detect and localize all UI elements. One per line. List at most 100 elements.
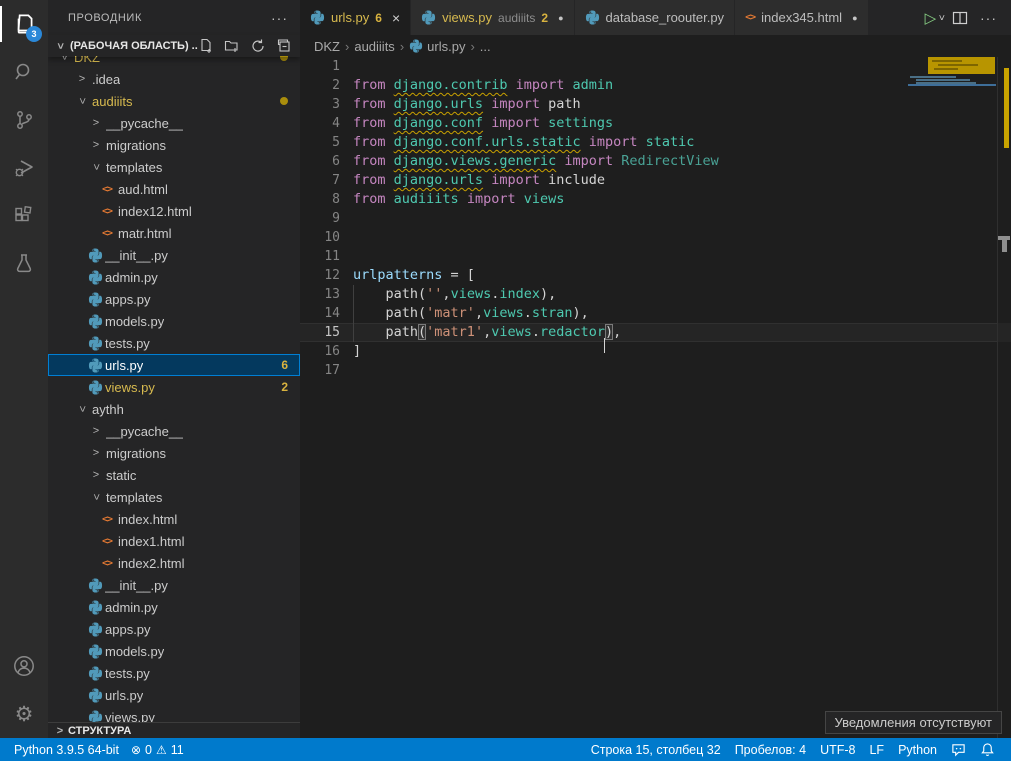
editor-more-actions-icon[interactable]: ··· bbox=[976, 10, 1001, 26]
tree-item-static[interactable]: >static bbox=[48, 464, 300, 486]
tree-item-dkz[interactable]: >DKZ bbox=[48, 56, 300, 68]
tab-index345-html[interactable]: <>index345.html● bbox=[735, 0, 868, 35]
extensions-icon bbox=[12, 204, 36, 228]
html-file-icon: <> bbox=[102, 206, 112, 217]
status-item-python[interactable]: Python bbox=[892, 738, 943, 761]
activity-item-settings[interactable]: ⚙ bbox=[0, 690, 48, 738]
tree-item--init-py[interactable]: __init__.py bbox=[48, 244, 300, 266]
python-file-icon bbox=[585, 10, 600, 25]
close-icon[interactable]: × bbox=[392, 10, 400, 26]
activity-item-source-control[interactable] bbox=[0, 96, 48, 144]
status-bar-right: Строка 15, столбец 32Пробелов: 4UTF-8LFP… bbox=[585, 738, 1001, 761]
code-token bbox=[540, 96, 548, 112]
tree-item-apps-py[interactable]: apps.py bbox=[48, 618, 300, 640]
breadcrumb-item[interactable]: DKZ bbox=[314, 39, 340, 54]
testing-flask-icon bbox=[12, 252, 36, 276]
tab-database-roouter-py[interactable]: database_roouter.py bbox=[575, 0, 736, 35]
breadcrumb-item[interactable]: ... bbox=[480, 39, 491, 54]
tree-item-aud-html[interactable]: <>aud.html bbox=[48, 178, 300, 200]
code-token: . bbox=[524, 305, 532, 321]
tree-item-admin-py[interactable]: admin.py bbox=[48, 266, 300, 288]
tab-views-py[interactable]: views.pyaudiiits2● bbox=[411, 0, 574, 35]
tree-item-models-py[interactable]: models.py bbox=[48, 640, 300, 662]
tree-item-audiiits[interactable]: >audiiits bbox=[48, 90, 300, 112]
status-item-пробелов-4[interactable]: Пробелов: 4 bbox=[729, 738, 812, 761]
breadcrumb-label: urls.py bbox=[427, 39, 465, 54]
tree-item--init-py[interactable]: __init__.py bbox=[48, 574, 300, 596]
tree-item-matr-html[interactable]: <>matr.html bbox=[48, 222, 300, 244]
tree-item-views-py[interactable]: views.py bbox=[48, 706, 300, 722]
code-token bbox=[638, 134, 646, 150]
tab-urls-py[interactable]: urls.py6× bbox=[300, 0, 411, 35]
status-item-строка-15-столбец-32[interactable]: Строка 15, столбец 32 bbox=[585, 738, 727, 761]
activity-item-search[interactable] bbox=[0, 48, 48, 96]
python-interpreter-item[interactable]: Python 3.9.5 64-bit bbox=[8, 738, 125, 761]
activity-item-testing[interactable] bbox=[0, 240, 48, 288]
activity-item-extensions[interactable] bbox=[0, 192, 48, 240]
tree-item-tests-py[interactable]: tests.py bbox=[48, 332, 300, 354]
tree-item-tests-py[interactable]: tests.py bbox=[48, 662, 300, 684]
tree-item-index12-html[interactable]: <>index12.html bbox=[48, 200, 300, 222]
chevron-down-icon: > bbox=[76, 401, 88, 417]
code-token: from bbox=[353, 77, 386, 93]
tree-item-migrations[interactable]: >migrations bbox=[48, 134, 300, 156]
code-line-text: path('matr',views.stran), bbox=[340, 304, 589, 323]
tab-detail: audiiits bbox=[498, 11, 535, 25]
code-editor[interactable]: 12from django.contrib import admin3from … bbox=[300, 57, 1011, 738]
code-token: import bbox=[491, 115, 540, 131]
new-folder-icon[interactable] bbox=[224, 38, 240, 54]
tree-item-admin-py[interactable]: admin.py bbox=[48, 596, 300, 618]
problems-item[interactable]: ⊗ 0 ⚠ 11 bbox=[125, 738, 190, 761]
code-token bbox=[483, 172, 491, 188]
section-actions bbox=[198, 38, 292, 54]
code-token: import bbox=[589, 134, 638, 150]
outline-section-header[interactable]: > СТРУКТУРА bbox=[48, 722, 300, 738]
tree-item-templates[interactable]: >templates bbox=[48, 156, 300, 178]
code-token: path bbox=[353, 324, 418, 340]
tree-item-index-html[interactable]: <>index.html bbox=[48, 508, 300, 530]
tree-item-apps-py[interactable]: apps.py bbox=[48, 288, 300, 310]
tree-item-index1-html[interactable]: <>index1.html bbox=[48, 530, 300, 552]
breadcrumb-item[interactable]: urls.py bbox=[409, 39, 465, 54]
collapse-all-icon[interactable] bbox=[276, 38, 292, 54]
split-editor-icon[interactable] bbox=[948, 10, 972, 26]
activity-item-run-debug[interactable] bbox=[0, 144, 48, 192]
breadcrumb-item[interactable]: audiiits bbox=[354, 39, 394, 54]
activity-item-account[interactable] bbox=[0, 642, 48, 690]
explorer-badge: 3 bbox=[26, 26, 42, 42]
tree-item-migrations[interactable]: >migrations bbox=[48, 442, 300, 464]
line-number: 7 bbox=[300, 171, 340, 190]
code-token: django.conf.urls.static bbox=[394, 134, 581, 150]
html-file-icon: <> bbox=[102, 184, 112, 195]
tree-item--idea[interactable]: >.idea bbox=[48, 68, 300, 90]
tree-item-aythh[interactable]: >aythh bbox=[48, 398, 300, 420]
refresh-icon[interactable] bbox=[250, 38, 266, 54]
notifications-bell-icon[interactable] bbox=[974, 738, 1001, 761]
tree-item-urls-py[interactable]: urls.py bbox=[48, 684, 300, 706]
status-item-lf[interactable]: LF bbox=[863, 738, 890, 761]
tree-item-label: __pycache__ bbox=[106, 424, 183, 439]
tree-item-index2-html[interactable]: <>index2.html bbox=[48, 552, 300, 574]
activity-item-explorer[interactable]: 3 bbox=[0, 0, 48, 48]
tree-item-models-py[interactable]: models.py bbox=[48, 310, 300, 332]
workspace-section-header[interactable]: > (РАБОЧАЯ ОБЛАСТЬ) ... bbox=[48, 35, 300, 57]
tree-item-views-py[interactable]: views.py2 bbox=[48, 376, 300, 398]
main-row: 3 bbox=[0, 0, 1011, 738]
status-item-utf-8[interactable]: UTF-8 bbox=[814, 738, 861, 761]
vertical-scrollbar[interactable] bbox=[997, 57, 1011, 738]
code-token: static bbox=[646, 134, 695, 150]
code-token: import bbox=[516, 77, 565, 93]
run-python-file-icon[interactable]: ▷ bbox=[925, 9, 937, 27]
feedback-icon[interactable] bbox=[945, 738, 972, 761]
code-line-17: 17 bbox=[300, 361, 1011, 380]
code-line-15: 15 path('matr1',views.redactor), bbox=[300, 323, 1011, 342]
tree-item--pycache-[interactable]: >__pycache__ bbox=[48, 112, 300, 134]
chevron-right-icon: > bbox=[88, 425, 104, 437]
tree-item-urls-py[interactable]: urls.py6 bbox=[48, 354, 300, 376]
new-file-icon[interactable] bbox=[198, 38, 214, 54]
sidebar-more-actions-icon[interactable]: ··· bbox=[267, 10, 292, 26]
tree-item--pycache-[interactable]: >__pycache__ bbox=[48, 420, 300, 442]
tree-item-templates[interactable]: >templates bbox=[48, 486, 300, 508]
line-number: 14 bbox=[300, 304, 340, 323]
run-dropdown-chevron-icon[interactable]: > bbox=[936, 15, 947, 21]
